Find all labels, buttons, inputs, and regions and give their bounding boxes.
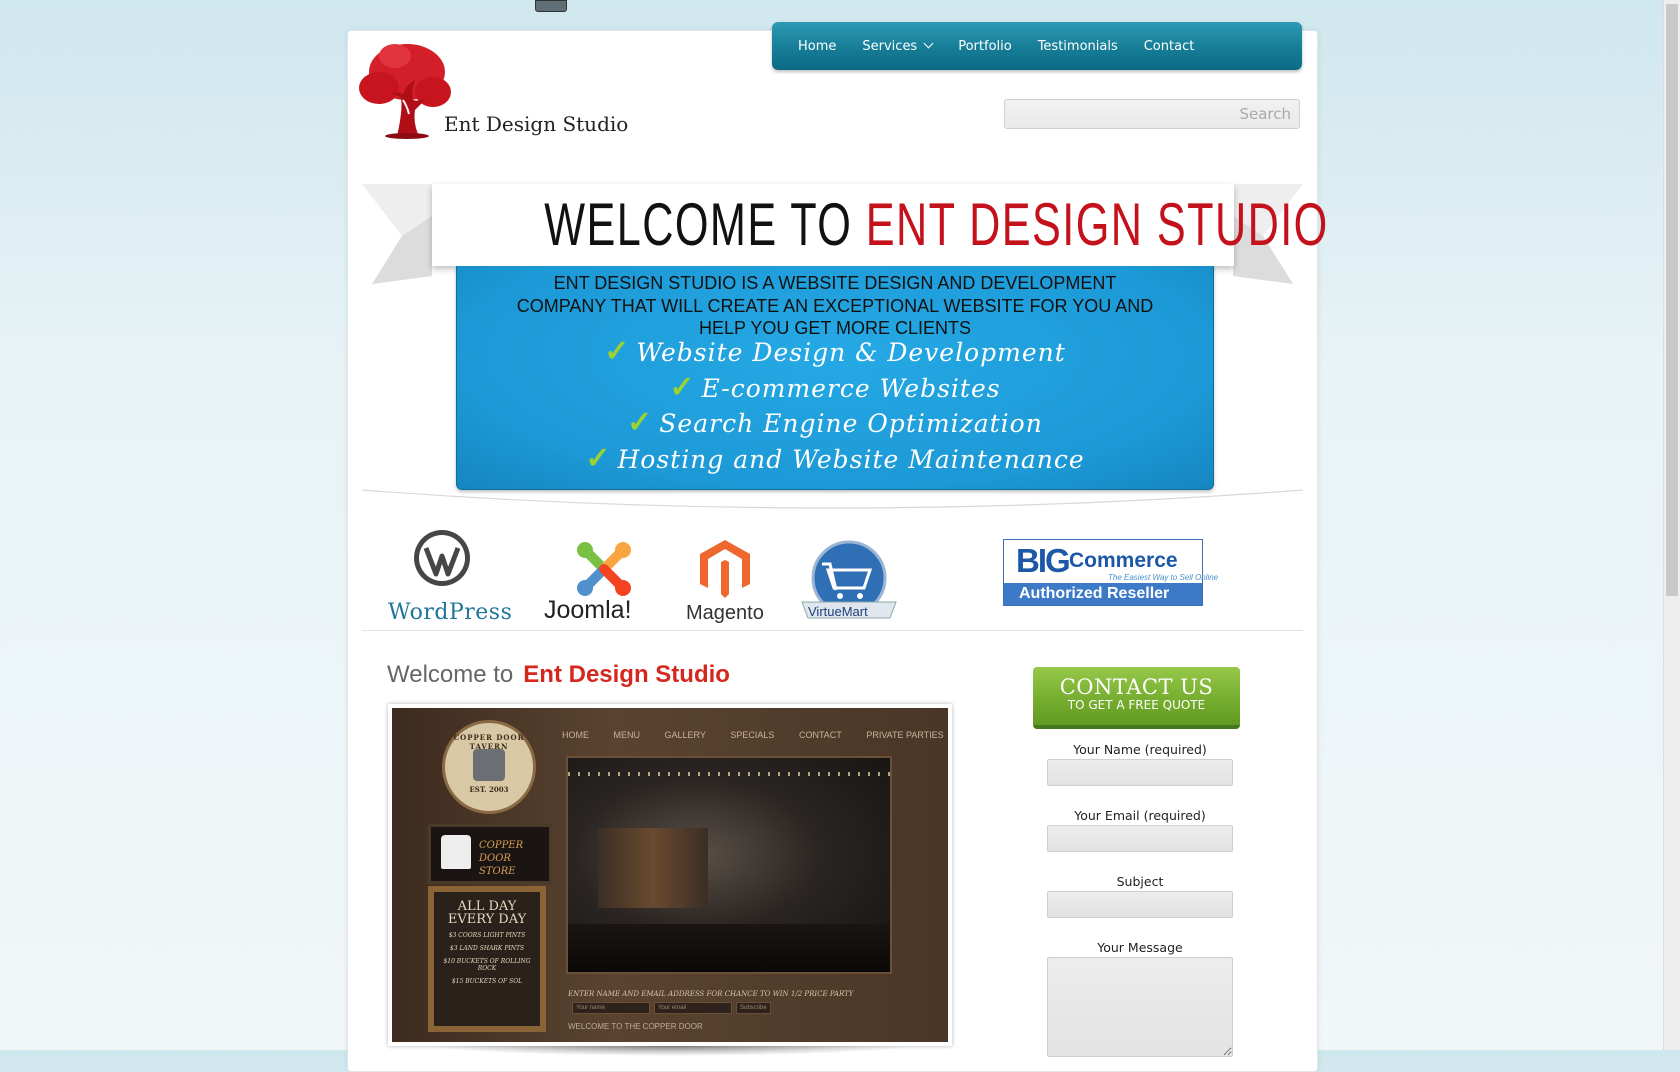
message-label: Your Message	[1097, 940, 1183, 955]
joomla-logo-icon	[577, 542, 631, 596]
store-label: COPPER DOOR STORE	[479, 840, 524, 877]
brand-name[interactable]: Ent Design Studio	[444, 112, 628, 136]
door-icon	[473, 749, 505, 781]
nav-home[interactable]: Home	[798, 39, 836, 54]
copper-door-badge: COPPER DOOR TAVERN EST. 2003	[442, 720, 536, 814]
contact-us-label: CONTACT US	[1059, 675, 1214, 699]
board-line: $15 BUCKETS OF SOL	[451, 978, 523, 985]
portfolio-nav: HOME MENU GALLERY SPECIALS CONTACT PRIVA…	[562, 730, 948, 740]
subject-field[interactable]	[1047, 891, 1233, 918]
portfolio-email-field: Your email	[654, 1002, 732, 1014]
banner-description-line: ENT DESIGN STUDIO IS A WEBSITE DESIGN AN…	[553, 273, 1117, 293]
portfolio-nav-item: GALLERY	[664, 730, 706, 740]
portfolio-nav-item: CONTACT	[798, 730, 842, 740]
board-title: ALL DAY EVERY DAY	[447, 899, 527, 927]
banner-title-prefix: WELCOME TO	[544, 191, 853, 258]
message-field[interactable]	[1047, 957, 1233, 1057]
ribbon-left-decoration	[362, 184, 432, 284]
service-checklist: ✓ Website Design & Development ✓ E-commerc…	[457, 334, 1213, 476]
scrollbar-thumb[interactable]	[1666, 4, 1678, 596]
nav-portfolio[interactable]: Portfolio	[958, 39, 1011, 54]
top-panel-tab[interactable]	[535, 0, 567, 12]
wordpress-logo-icon	[414, 530, 470, 586]
bigcommerce-commerce: Commerce	[1069, 549, 1178, 572]
nav-testimonials[interactable]: Testimonials	[1038, 39, 1118, 54]
chevron-down-icon	[923, 38, 934, 48]
bigcommerce-logo: BIG Commerce The Easiest Way to Sell Onl…	[1004, 540, 1218, 583]
checklist-item: ✓ Search Engine Optimization	[457, 405, 1213, 441]
tree-logo-icon[interactable]	[357, 40, 452, 140]
portfolio-footer-prompt: ENTER NAME AND EMAIL ADDRESS FOR CHANCE …	[568, 990, 854, 998]
badge-est: EST. 2003	[469, 785, 509, 794]
curved-divider	[362, 489, 1303, 509]
tshirt-icon	[441, 835, 471, 869]
nav-contact[interactable]: Contact	[1144, 39, 1195, 54]
checkmark-icon: ✓	[604, 334, 631, 369]
nav-services-label: Services	[862, 38, 918, 54]
string-lights	[568, 772, 890, 776]
portfolio-name-field: Your name	[572, 1002, 650, 1014]
page-scrollbar[interactable]	[1663, 0, 1680, 1050]
email-field[interactable]	[1047, 825, 1233, 852]
portfolio-signup: Your name Your email Subscribe	[572, 1002, 775, 1021]
board-line: $10 BUCKETS OF ROLLING ROCK	[443, 958, 531, 972]
bar-shelves	[598, 828, 708, 908]
board-line: $3 LAND SHARK PINTS	[449, 945, 525, 952]
portfolio-nav-item: SPECIALS	[730, 730, 775, 740]
checklist-item: ✓ Hosting and Website Maintenance	[457, 441, 1213, 477]
store-promo: COPPER DOOR STORE	[428, 824, 552, 884]
portfolio-screenshot[interactable]: HOME MENU GALLERY SPECIALS CONTACT PRIVA…	[388, 704, 952, 1046]
joomla-label: Joomla!	[544, 596, 632, 624]
checkmark-icon: ✓	[585, 440, 612, 476]
checklist-item-label: Hosting and Website Maintenance	[617, 444, 1085, 474]
virtuemart-label: VirtueMart	[808, 604, 868, 619]
banner-services-panel: ENT DESIGN STUDIO IS A WEBSITE DESIGN AN…	[456, 266, 1214, 490]
subject-label: Subject	[1116, 874, 1164, 889]
checklist-item-label: Search Engine Optimization	[659, 409, 1043, 438]
email-label: Your Email (required)	[1074, 808, 1206, 823]
checkmark-icon: ✓	[627, 405, 654, 440]
main-nav: Home Services Portfolio Testimonials Con…	[772, 22, 1302, 70]
banner-description-line: COMPANY THAT WILL CREATE AN EXCEPTIONAL …	[516, 295, 1154, 316]
portfolio-welcome: WELCOME TO THE COPPER DOOR	[568, 1022, 703, 1031]
banner-title: WELCOME TO ENT DESIGN STUDIO	[544, 184, 1327, 266]
bar-photo	[566, 756, 892, 974]
magento-logo-icon	[700, 540, 750, 598]
checklist-item: ✓ Website Design & Development	[457, 334, 1213, 370]
checklist-item: ✓ E-commerce Websites	[457, 370, 1213, 406]
welcome-prefix: Welcome to	[387, 661, 514, 688]
nav-services[interactable]: Services	[862, 38, 934, 54]
bar-counter	[568, 924, 890, 972]
specials-board: ALL DAY EVERY DAY $3 COORS LIGHT PINTS $3…	[428, 886, 546, 1032]
portfolio-subscribe-button: Subscribe	[736, 1002, 771, 1014]
bigcommerce-tagline: The Easiest Way to Sell Online	[1108, 573, 1219, 582]
name-field[interactable]	[1047, 759, 1233, 786]
banner-description: ENT DESIGN STUDIO IS A WEBSITE DESIGN AN…	[457, 272, 1213, 340]
search-input[interactable]	[1004, 99, 1300, 129]
section-divider	[362, 630, 1303, 631]
welcome-brand: Ent Design Studio	[523, 661, 730, 688]
banner-title-box: WELCOME TO ENT DESIGN STUDIO	[432, 184, 1327, 266]
checkmark-icon: ✓	[669, 369, 696, 405]
banner-title-brand: ENT DESIGN STUDIO	[865, 191, 1329, 258]
board-line: $3 COORS LIGHT PINTS	[448, 932, 526, 939]
bigcommerce-reseller-badge[interactable]: BIG Commerce The Easiest Way to Sell Onl…	[1003, 539, 1218, 606]
name-label: Your Name (required)	[1073, 742, 1207, 757]
contact-us-button[interactable]: CONTACT US TO GET A FREE QUOTE	[1033, 667, 1240, 729]
portfolio-nav-item: PRIVATE PARTIES	[866, 730, 944, 740]
magento-label: Magento	[686, 602, 764, 624]
portfolio-nav-item: MENU	[613, 730, 641, 740]
free-quote-label: TO GET A FREE QUOTE	[1067, 698, 1206, 712]
portfolio-nav-item: HOME	[562, 730, 589, 740]
bigcommerce-big: BIG	[1016, 542, 1071, 579]
checklist-item-label: E-commerce Websites	[701, 373, 1001, 403]
checklist-item-label: Website Design & Development	[636, 338, 1066, 367]
wordpress-label: WordPress	[388, 600, 513, 625]
bigcommerce-reseller-label: Authorized Reseller	[1004, 583, 1202, 605]
welcome-heading: Welcome to Ent Design Studio	[387, 661, 730, 689]
